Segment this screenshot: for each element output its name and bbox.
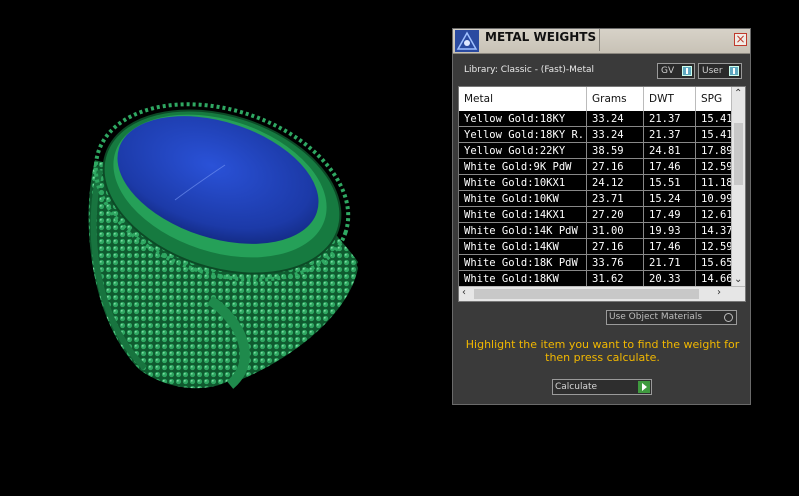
table-row[interactable]: White Gold:14K PdW 31.00 19.93 14.37 bbox=[459, 222, 737, 239]
cell-dwt: 17.49 bbox=[643, 206, 696, 223]
calculate-button[interactable]: Calculate bbox=[552, 379, 652, 395]
cell-metal: Yellow Gold:18KY bbox=[459, 111, 587, 127]
cell-metal: White Gold:10KW bbox=[459, 190, 587, 207]
play-arrow-icon[interactable] bbox=[638, 381, 650, 393]
vertical-scroll-thumb[interactable] bbox=[734, 123, 743, 185]
cell-dwt: 24.81 bbox=[643, 142, 696, 159]
cell-metal: Yellow Gold:22KY bbox=[459, 142, 587, 159]
cell-metal: White Gold:14KX1 bbox=[459, 206, 587, 223]
chevron-right-icon[interactable]: › bbox=[717, 287, 721, 298]
cell-grams: 31.62 bbox=[586, 270, 644, 287]
cell-grams: 23.71 bbox=[586, 190, 644, 207]
cell-metal: White Gold:14K PdW bbox=[459, 222, 587, 239]
cell-grams: 38.59 bbox=[586, 142, 644, 159]
cell-dwt: 20.33 bbox=[643, 270, 696, 287]
table-row[interactable]: White Gold:10KW 23.71 15.24 10.99 bbox=[459, 190, 737, 207]
table-row[interactable]: White Gold:10KX1 24.12 15.51 11.18 bbox=[459, 174, 737, 191]
cell-metal: White Gold:10KX1 bbox=[459, 174, 587, 191]
table-row[interactable]: Yellow Gold:18KY R... 33.24 21.37 15.41 bbox=[459, 126, 737, 143]
user-label: User bbox=[702, 66, 723, 76]
cell-dwt: 21.37 bbox=[643, 111, 696, 127]
cell-metal: White Gold:18K PdW bbox=[459, 254, 587, 271]
vertical-scrollbar[interactable]: ⌃ ⌄ bbox=[731, 87, 745, 287]
user-toggle[interactable]: User bbox=[698, 63, 742, 79]
horizontal-scroll-thumb[interactable] bbox=[474, 289, 699, 299]
cell-grams: 33.24 bbox=[586, 111, 644, 127]
chevron-up-icon[interactable]: ⌃ bbox=[734, 88, 742, 99]
toggle-switch-icon bbox=[729, 66, 739, 76]
table-row[interactable]: White Gold:9K PdW 27.16 17.46 12.59 bbox=[459, 158, 737, 175]
close-button[interactable]: × bbox=[734, 33, 747, 46]
cell-grams: 33.24 bbox=[586, 126, 644, 143]
radio-button-icon[interactable] bbox=[724, 313, 733, 322]
cell-metal: White Gold:14KW bbox=[459, 238, 587, 255]
cell-dwt: 19.93 bbox=[643, 222, 696, 239]
gv-label: GV bbox=[661, 66, 675, 76]
library-label: Library: Classic - (Fast)-Metal bbox=[464, 65, 595, 75]
dialog-titlebar[interactable]: METAL WEIGHTS × bbox=[453, 29, 750, 54]
cell-grams: 33.76 bbox=[586, 254, 644, 271]
cell-dwt: 15.24 bbox=[643, 190, 696, 207]
cell-grams: 24.12 bbox=[586, 174, 644, 191]
chevron-left-icon[interactable]: ‹ bbox=[462, 287, 466, 298]
cell-metal: White Gold:9K PdW bbox=[459, 158, 587, 175]
cell-grams: 27.20 bbox=[586, 206, 644, 223]
table-row[interactable]: White Gold:18K PdW 33.76 21.71 15.65 bbox=[459, 254, 737, 271]
instruction-text: Highlight the item you want to find the … bbox=[465, 338, 740, 364]
table-row[interactable]: White Gold:14KX1 27.20 17.49 12.61 bbox=[459, 206, 737, 223]
use-object-materials-option[interactable]: Use Object Materials bbox=[606, 310, 737, 325]
ring-model bbox=[88, 102, 358, 389]
cell-metal: Yellow Gold:18KY R... bbox=[459, 126, 587, 143]
app-triangle-icon bbox=[455, 30, 479, 52]
cell-metal: White Gold:18KW bbox=[459, 270, 587, 287]
cell-grams: 31.00 bbox=[586, 222, 644, 239]
cell-grams: 27.16 bbox=[586, 238, 644, 255]
cell-dwt: 21.71 bbox=[643, 254, 696, 271]
table-row[interactable]: White Gold:18KW 31.62 20.33 14.66 bbox=[459, 270, 737, 287]
3d-viewport[interactable] bbox=[0, 0, 450, 492]
cell-dwt: 17.46 bbox=[643, 238, 696, 255]
column-header-dwt[interactable]: DWT bbox=[643, 87, 696, 111]
close-icon: × bbox=[735, 32, 746, 46]
horizontal-scrollbar[interactable]: ‹ › bbox=[459, 286, 745, 301]
table-row[interactable]: White Gold:14KW 27.16 17.46 12.59 bbox=[459, 238, 737, 255]
metal-table[interactable]: Metal Grams DWT SPG Yellow Gold:18KY 33.2… bbox=[458, 86, 746, 302]
toggle-switch-icon bbox=[682, 66, 692, 76]
cell-dwt: 15.51 bbox=[643, 174, 696, 191]
dialog-title: METAL WEIGHTS bbox=[482, 29, 601, 51]
cell-dwt: 17.46 bbox=[643, 158, 696, 175]
cell-grams: 27.16 bbox=[586, 158, 644, 175]
cell-dwt: 21.37 bbox=[643, 126, 696, 143]
calculate-label: Calculate bbox=[555, 382, 598, 392]
column-header-metal[interactable]: Metal bbox=[459, 87, 587, 111]
column-header-grams[interactable]: Grams bbox=[586, 87, 644, 111]
chevron-down-icon[interactable]: ⌄ bbox=[734, 274, 742, 285]
use-object-materials-label: Use Object Materials bbox=[609, 312, 703, 322]
table-row[interactable]: Yellow Gold:18KY 33.24 21.37 15.41 bbox=[459, 111, 737, 127]
table-header-row: Metal Grams DWT SPG bbox=[459, 87, 737, 111]
table-row[interactable]: Yellow Gold:22KY 38.59 24.81 17.89 bbox=[459, 142, 737, 159]
gv-toggle[interactable]: GV bbox=[657, 63, 695, 79]
metal-weights-dialog: METAL WEIGHTS × Library: Classic - (Fast… bbox=[452, 28, 751, 405]
